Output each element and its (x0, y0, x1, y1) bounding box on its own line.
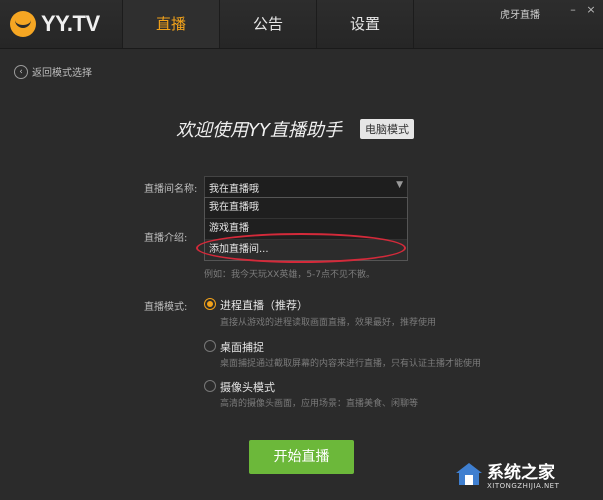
minimize-icon[interactable]: – (566, 3, 580, 17)
intro-example: 例如：我今天玩XX英雄，5-7点不见不散。 (204, 270, 376, 280)
start-live-button[interactable]: 开始直播 (249, 440, 354, 474)
close-icon[interactable]: × (584, 3, 598, 17)
yy-logo-icon (10, 11, 36, 37)
window-title: 虎牙直播 (500, 10, 540, 21)
app-logo: YY.TV (10, 10, 100, 38)
mode-desc-process: 直接从游戏的进程读取画面直播，效果最好，推荐使用 (220, 318, 437, 328)
back-label: 返回模式选择 (32, 68, 92, 79)
watermark-main: 系统之家 (487, 463, 555, 483)
mode-radio-desktop[interactable] (204, 340, 216, 352)
mode-label: 直播模式: (144, 302, 188, 313)
tab-settings[interactable]: 设置 (317, 0, 414, 48)
house-logo-icon (456, 463, 482, 485)
chevron-down-icon: ▼ (396, 180, 403, 190)
mode-title-desktop: 桌面捕捉 (220, 341, 264, 354)
mode-radio-camera[interactable] (204, 380, 216, 392)
mode-radio-process[interactable] (204, 298, 216, 310)
mode-badge: 电脑模式 (360, 119, 414, 139)
room-name-select[interactable]: 我在直播哦 ▼ (204, 176, 408, 198)
app-header: YY.TV 直播 公告 设置 虎牙直播 – × (0, 0, 603, 49)
back-arrow-icon: ‹ (14, 64, 28, 79)
watermark: 系统之家 XITONGZHIJIA.NET (455, 458, 600, 494)
room-name-value: 我在直播哦 (209, 184, 259, 195)
intro-label: 直播介绍: (144, 233, 188, 244)
tab-announcement[interactable]: 公告 (220, 0, 317, 48)
mode-title-camera: 摄像头模式 (220, 381, 275, 394)
logo-text: YY.TV (41, 11, 100, 36)
back-to-mode-select[interactable]: ‹ 返回模式选择 (14, 64, 92, 79)
tab-live[interactable]: 直播 (122, 0, 220, 48)
watermark-sub: XITONGZHIJIA.NET (487, 482, 560, 490)
red-highlight-ellipse (196, 233, 406, 263)
welcome-title: 欢迎使用YY直播助手 (176, 120, 342, 141)
mode-desc-desktop: 桌面捕捉通过截取屏幕的内容来进行直播，只有认证主播才能使用 (220, 359, 482, 369)
dropdown-option[interactable]: 我在直播哦 (205, 198, 407, 219)
main-tabs: 直播 公告 设置 (122, 0, 414, 48)
mode-desc-camera: 高清的摄像头画面，应用场景：直播美食、闲聊等 (220, 399, 419, 409)
mode-title-process: 进程直播（推荐） (220, 299, 308, 312)
room-name-label: 直播间名称: (144, 184, 198, 195)
